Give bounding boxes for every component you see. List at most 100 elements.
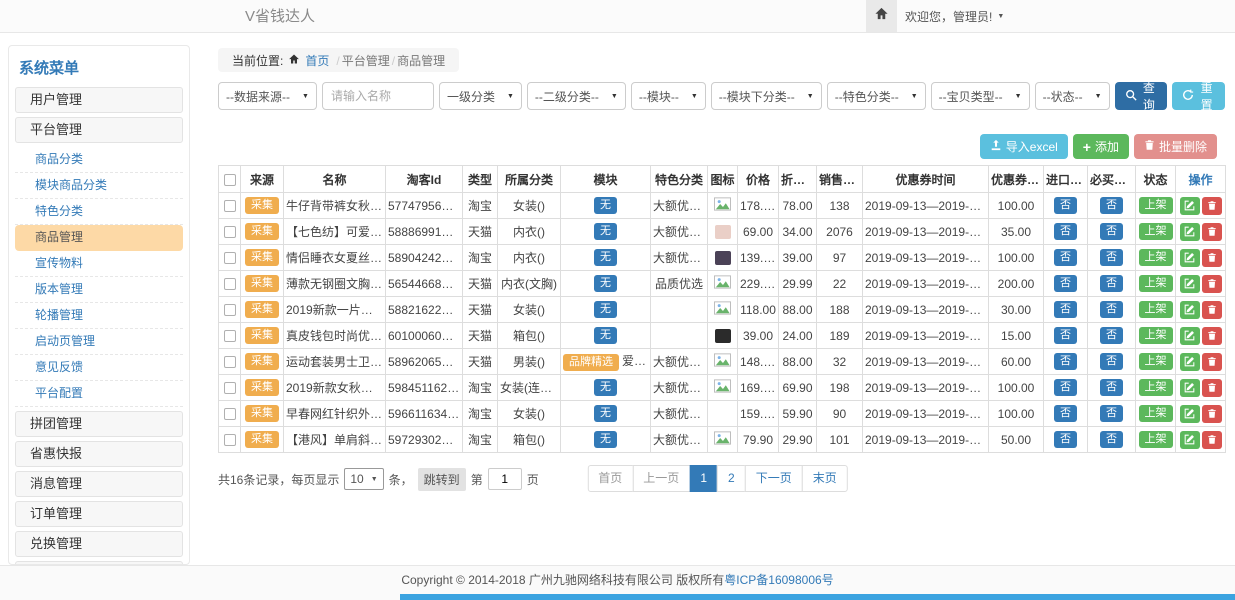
page-button[interactable]: 2: [717, 465, 746, 492]
sidebar-subitem[interactable]: 宣传物料: [15, 251, 183, 277]
query-button[interactable]: 查询: [1115, 82, 1168, 110]
delete-button[interactable]: [1202, 327, 1222, 345]
filter-select[interactable]: --数据来源--▼: [218, 82, 317, 110]
filter-select[interactable]: --二级分类--▼: [527, 82, 626, 110]
must-buy-toggle-badge[interactable]: 否: [1100, 327, 1123, 345]
edit-button[interactable]: [1180, 249, 1200, 267]
module-badge[interactable]: 无: [594, 223, 617, 241]
delete-button[interactable]: [1202, 275, 1222, 293]
sidebar-group[interactable]: 消息管理: [15, 471, 183, 497]
sidebar-subitem[interactable]: 版本管理: [15, 277, 183, 303]
sidebar-group[interactable]: 拼团管理: [15, 411, 183, 437]
page-button[interactable]: 1: [689, 465, 718, 492]
icp-link[interactable]: 粤ICP备16098006号: [724, 573, 833, 587]
module-badge[interactable]: 无: [594, 301, 617, 319]
delete-button[interactable]: [1202, 249, 1222, 267]
import-toggle-badge[interactable]: 否: [1054, 301, 1077, 319]
edit-button[interactable]: [1180, 431, 1200, 449]
edit-button[interactable]: [1180, 327, 1200, 345]
row-checkbox[interactable]: [224, 356, 236, 368]
page-button[interactable]: 末页: [802, 465, 848, 492]
row-checkbox[interactable]: [224, 434, 236, 446]
delete-button[interactable]: [1202, 353, 1222, 371]
import-toggle-badge[interactable]: 否: [1054, 379, 1077, 397]
import-toggle-badge[interactable]: 否: [1054, 431, 1077, 449]
per-page-select[interactable]: 10 ▼: [344, 468, 383, 490]
status-badge[interactable]: 上架: [1139, 353, 1173, 371]
row-checkbox[interactable]: [224, 408, 236, 420]
add-button[interactable]: + 添加: [1073, 134, 1129, 159]
delete-button[interactable]: [1202, 223, 1222, 241]
module-badge[interactable]: 无: [594, 431, 617, 449]
sidebar-group[interactable]: 用户管理: [15, 87, 183, 113]
import-toggle-badge[interactable]: 否: [1054, 275, 1077, 293]
filter-select[interactable]: --宝贝类型--▼: [931, 82, 1030, 110]
status-badge[interactable]: 上架: [1139, 301, 1173, 319]
breadcrumb-item[interactable]: 平台管理: [342, 54, 390, 68]
must-buy-toggle-badge[interactable]: 否: [1100, 353, 1123, 371]
must-buy-toggle-badge[interactable]: 否: [1100, 223, 1123, 241]
status-badge[interactable]: 上架: [1139, 379, 1173, 397]
sidebar-subitem[interactable]: 商品分类: [15, 147, 183, 173]
filter-select[interactable]: --模块--▼: [631, 82, 706, 110]
sidebar-subitem[interactable]: 启动页管理: [15, 329, 183, 355]
filter-select[interactable]: --特色分类--▼: [827, 82, 926, 110]
delete-button[interactable]: [1202, 301, 1222, 319]
row-checkbox[interactable]: [224, 278, 236, 290]
must-buy-toggle-badge[interactable]: 否: [1100, 249, 1123, 267]
must-buy-toggle-badge[interactable]: 否: [1100, 301, 1123, 319]
select-all-checkbox[interactable]: [224, 174, 236, 186]
module-badge[interactable]: 无: [594, 275, 617, 293]
breadcrumb-home-link[interactable]: 首页: [305, 52, 329, 69]
must-buy-toggle-badge[interactable]: 否: [1100, 275, 1123, 293]
row-checkbox[interactable]: [224, 304, 236, 316]
import-toggle-badge[interactable]: 否: [1054, 405, 1077, 423]
page-button[interactable]: 下一页: [745, 465, 803, 492]
import-toggle-badge[interactable]: 否: [1054, 353, 1077, 371]
module-badge[interactable]: 品牌精选: [563, 354, 619, 372]
import-excel-button[interactable]: 导入excel: [980, 134, 1068, 159]
row-checkbox[interactable]: [224, 226, 236, 238]
delete-button[interactable]: [1202, 405, 1222, 423]
delete-button[interactable]: [1202, 197, 1222, 215]
user-menu[interactable]: 欢迎您，管理员! ▼: [905, 0, 1004, 32]
status-badge[interactable]: 上架: [1139, 405, 1173, 423]
sidebar-subitem[interactable]: 意见反馈: [15, 355, 183, 381]
filter-select[interactable]: --状态--▼: [1035, 82, 1110, 110]
sidebar-group[interactable]: 兑换管理: [15, 531, 183, 557]
sidebar-subitem[interactable]: 轮播管理: [15, 303, 183, 329]
import-toggle-badge[interactable]: 否: [1054, 223, 1077, 241]
page-button[interactable]: 上一页: [632, 465, 690, 492]
module-badge[interactable]: 无: [594, 197, 617, 215]
sidebar-subitem[interactable]: 平台配置: [15, 381, 183, 407]
jump-page-input[interactable]: [488, 468, 522, 490]
edit-button[interactable]: [1180, 223, 1200, 241]
delete-button[interactable]: [1202, 379, 1222, 397]
edit-button[interactable]: [1180, 301, 1200, 319]
edit-button[interactable]: [1180, 379, 1200, 397]
sidebar-subitem[interactable]: 商品管理: [15, 225, 183, 251]
edit-button[interactable]: [1180, 275, 1200, 293]
status-badge[interactable]: 上架: [1139, 197, 1173, 215]
row-checkbox[interactable]: [224, 200, 236, 212]
sidebar-subitem[interactable]: 特色分类: [15, 199, 183, 225]
name-search-input[interactable]: [322, 82, 434, 110]
import-toggle-badge[interactable]: 否: [1054, 197, 1077, 215]
must-buy-toggle-badge[interactable]: 否: [1100, 197, 1123, 215]
status-badge[interactable]: 上架: [1139, 223, 1173, 241]
import-toggle-badge[interactable]: 否: [1054, 249, 1077, 267]
status-badge[interactable]: 上架: [1139, 327, 1173, 345]
row-checkbox[interactable]: [224, 382, 236, 394]
must-buy-toggle-badge[interactable]: 否: [1100, 431, 1123, 449]
status-badge[interactable]: 上架: [1139, 275, 1173, 293]
filter-select[interactable]: 一级分类▼: [439, 82, 522, 110]
edit-button[interactable]: [1180, 405, 1200, 423]
filter-select[interactable]: --模块下分类--▼: [711, 82, 822, 110]
breadcrumb-item[interactable]: 商品管理: [397, 54, 445, 68]
module-badge[interactable]: 无: [594, 327, 617, 345]
module-badge[interactable]: 无: [594, 379, 617, 397]
status-badge[interactable]: 上架: [1139, 431, 1173, 449]
home-button[interactable]: [866, 0, 897, 32]
sidebar-group[interactable]: 平台管理: [15, 117, 183, 143]
jump-button[interactable]: 跳转到: [418, 468, 466, 491]
